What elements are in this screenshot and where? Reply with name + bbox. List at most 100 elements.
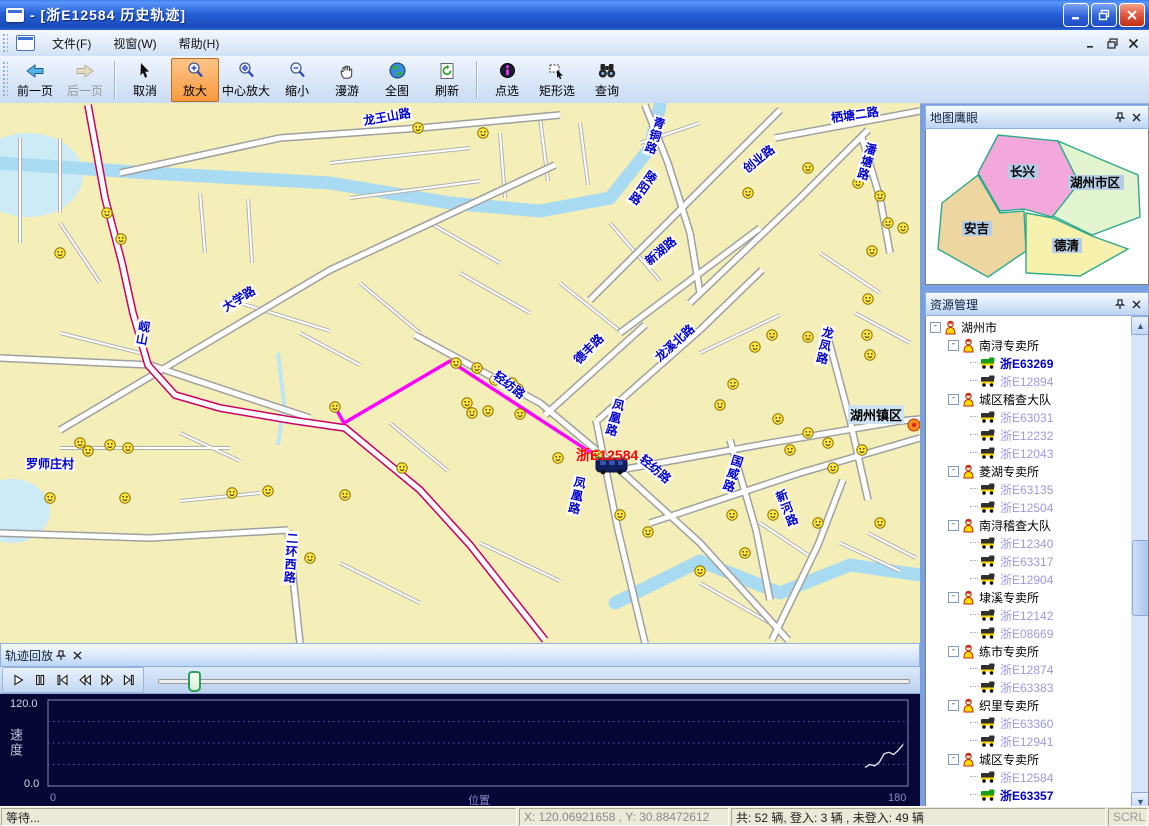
tracked-vehicle-icon[interactable] (596, 458, 627, 474)
close-button[interactable] (1119, 3, 1145, 27)
vehicle-marker[interactable] (823, 438, 833, 448)
mdi-restore-icon[interactable] (1107, 38, 1118, 49)
tree-scrollbar[interactable]: ▲ ▼ (1131, 316, 1148, 811)
playback-step-start-button[interactable] (51, 670, 73, 690)
vehicle-marker[interactable] (553, 453, 563, 463)
vehicle-marker[interactable] (105, 440, 115, 450)
tree-vehicle-row[interactable]: 浙E63031 (926, 408, 1131, 426)
vehicle-marker[interactable] (728, 379, 738, 389)
slider-track[interactable] (158, 679, 910, 684)
tree-vehicle-row[interactable]: 浙E63383 (926, 678, 1131, 696)
toolbar-button-zoom-out[interactable]: 缩小 (273, 58, 321, 102)
toolbar-button-zoom-center[interactable]: 中心放大 (221, 58, 271, 102)
mdi-document-icon[interactable] (16, 35, 35, 51)
vehicle-marker[interactable] (451, 358, 461, 368)
vehicle-marker[interactable] (743, 188, 753, 198)
tree-vehicle-row[interactable]: 浙E12232 (926, 426, 1131, 444)
vehicle-marker[interactable] (813, 518, 823, 528)
tree-vehicle-row[interactable]: 浙E12904 (926, 570, 1131, 588)
collapse-icon[interactable]: - (948, 394, 959, 405)
toolbar-grip-handle[interactable] (2, 61, 8, 99)
tree-vehicle-row[interactable]: 浙E63357 (926, 786, 1131, 804)
pin-icon[interactable] (1112, 109, 1128, 125)
toolbar-button-globe[interactable]: 全图 (373, 58, 421, 102)
vehicle-marker[interactable] (828, 463, 838, 473)
vehicle-marker[interactable] (883, 218, 893, 228)
tree-group-row[interactable]: -埭溪专卖所 (926, 588, 1131, 606)
vehicle-marker[interactable] (490, 375, 500, 385)
vehicle-marker[interactable] (785, 445, 795, 455)
toolbar-button-refresh[interactable]: 刷新 (423, 58, 471, 102)
vehicle-marker[interactable] (750, 342, 760, 352)
tree-vehicle-row[interactable]: 浙E12340 (926, 534, 1131, 552)
scrollbar-thumb[interactable] (1132, 540, 1149, 616)
toolbar-button-zoom-in[interactable]: 放大 (171, 58, 219, 102)
vehicle-marker[interactable] (123, 443, 133, 453)
tree-vehicle-row[interactable]: 浙E63269 (926, 354, 1131, 372)
vehicle-marker[interactable] (695, 566, 705, 576)
vehicle-marker[interactable] (397, 463, 407, 473)
vehicle-marker[interactable] (643, 527, 653, 537)
tree-group-row[interactable]: -南浔稽查大队 (926, 516, 1131, 534)
collapse-icon[interactable]: - (948, 466, 959, 477)
collapse-icon[interactable]: - (948, 340, 959, 351)
collapse-icon[interactable]: - (948, 520, 959, 531)
vehicle-marker[interactable] (467, 408, 477, 418)
vehicle-marker[interactable] (803, 428, 813, 438)
restore-button[interactable] (1091, 3, 1117, 27)
toolbar-button-rect-select[interactable]: 矩形选 (533, 58, 581, 102)
vehicle-marker[interactable] (116, 234, 126, 244)
toolbar-button-cursor[interactable]: 取消 (121, 58, 169, 102)
mdi-minimize-icon[interactable] (1086, 38, 1097, 49)
vehicle-marker[interactable] (513, 384, 523, 394)
tree-vehicle-row[interactable]: 浙E12941 (926, 732, 1131, 750)
tree-group-row[interactable]: -菱湖专卖所 (926, 462, 1131, 480)
toolbar-button-arrow-left[interactable]: 前一页 (11, 58, 59, 102)
vehicle-marker[interactable] (875, 518, 885, 528)
pin-icon[interactable] (53, 647, 69, 663)
vehicle-marker[interactable] (727, 510, 737, 520)
playback-step-end-button[interactable] (117, 670, 139, 690)
pin-icon[interactable] (1112, 296, 1128, 312)
vehicle-marker[interactable] (120, 493, 130, 503)
tree-vehicle-row[interactable]: 浙E12043 (926, 444, 1131, 462)
tree-vehicle-row[interactable]: 浙E08669 (926, 624, 1131, 642)
playback-slider[interactable] (158, 670, 910, 690)
tree-group-row[interactable]: -练市专卖所 (926, 642, 1131, 660)
close-icon[interactable] (69, 647, 85, 663)
vehicle-marker[interactable] (45, 493, 55, 503)
tree-root-row[interactable]: -湖州市 (926, 318, 1131, 336)
menu-item-0[interactable]: 文件(F) (41, 31, 102, 56)
toolbar-button-arrow-right[interactable]: 后一页 (61, 58, 109, 102)
vehicle-marker[interactable] (865, 350, 875, 360)
toolbar-button-info-select[interactable]: 点选 (483, 58, 531, 102)
playback-rewind-button[interactable] (73, 670, 95, 690)
vehicle-marker[interactable] (862, 330, 872, 340)
tree-vehicle-row[interactable]: 浙E12894 (926, 372, 1131, 390)
eagle-eye-minimap[interactable]: 长兴湖州市区安吉德清 (925, 129, 1149, 285)
vehicle-marker[interactable] (515, 409, 525, 419)
vehicle-marker[interactable] (715, 400, 725, 410)
menubar-grip-handle[interactable] (2, 33, 8, 54)
tree-vehicle-row[interactable]: 浙E12874 (926, 660, 1131, 678)
close-icon[interactable] (1128, 109, 1144, 125)
vehicle-marker[interactable] (767, 330, 777, 340)
edge-marker[interactable] (908, 419, 920, 431)
collapse-icon[interactable]: - (948, 700, 959, 711)
mdi-close-icon[interactable] (1128, 38, 1139, 49)
vehicle-marker[interactable] (478, 128, 488, 138)
collapse-icon[interactable]: - (948, 592, 959, 603)
vehicle-marker[interactable] (305, 553, 315, 563)
vehicle-marker[interactable] (863, 294, 873, 304)
vehicle-marker[interactable] (413, 123, 423, 133)
vehicle-marker[interactable] (75, 438, 85, 448)
vehicle-marker[interactable] (227, 488, 237, 498)
vehicle-marker[interactable] (820, 343, 830, 353)
close-icon[interactable] (1128, 296, 1144, 312)
scroll-up-icon[interactable]: ▲ (1131, 316, 1149, 335)
vehicle-marker[interactable] (615, 510, 625, 520)
collapse-icon[interactable]: - (930, 322, 941, 333)
playback-fast-forward-button[interactable] (95, 670, 117, 690)
vehicle-marker[interactable] (330, 402, 340, 412)
slider-thumb[interactable] (188, 671, 201, 692)
